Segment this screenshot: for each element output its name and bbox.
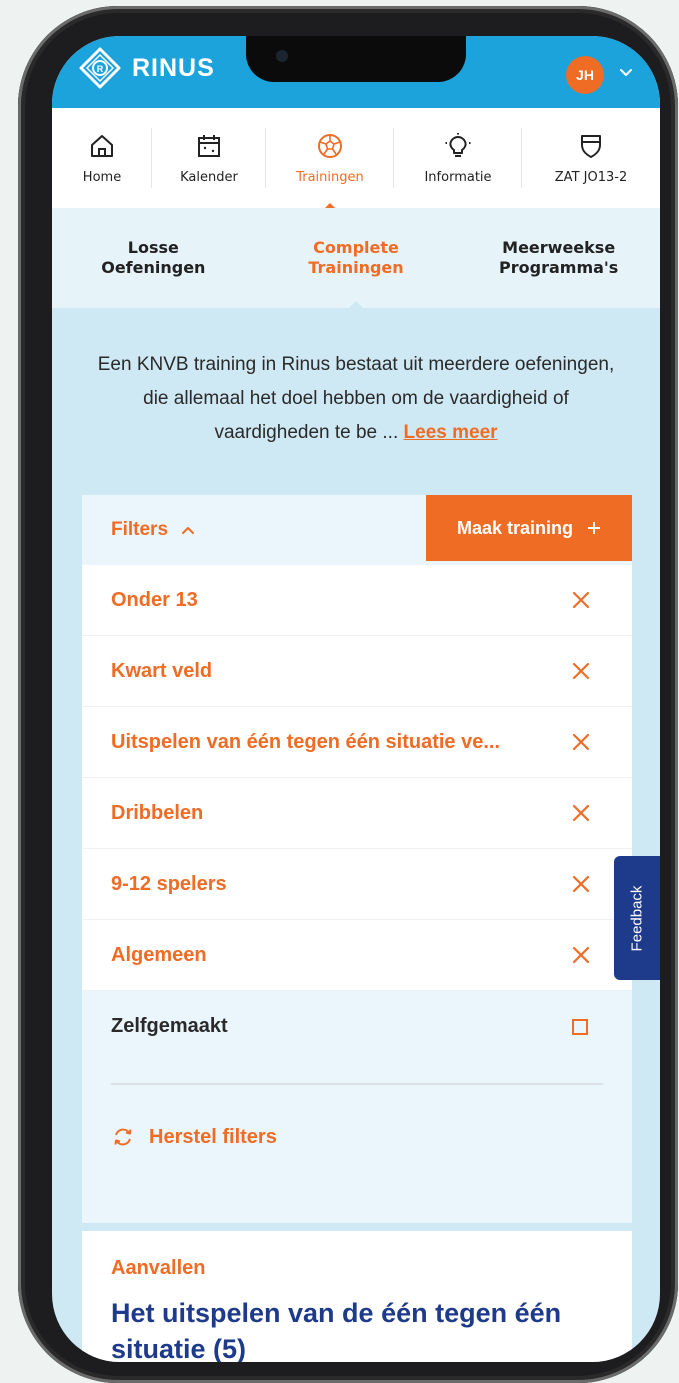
divider: [111, 1083, 603, 1085]
subtab-label-line2: Trainingen: [308, 258, 404, 277]
active-subtab-caret: [348, 301, 364, 309]
lightbulb-icon: [445, 132, 471, 157]
filter-row-zelfgemaakt[interactable]: Zelfgemaakt: [82, 991, 632, 1223]
main-tab-nav: Home Kalender Trainingen Informatie ZAT …: [52, 108, 660, 209]
intro-body: Een KNVB training in Rinus bestaat uit m…: [97, 354, 615, 443]
filter-label: Zelfgemaakt: [111, 1015, 228, 1037]
home-icon: [91, 134, 113, 157]
remove-filter-icon[interactable]: [570, 944, 592, 966]
plus-icon: [588, 522, 601, 534]
filter-label: Uitspelen van één tegen één situatie ve.…: [111, 730, 501, 753]
make-training-button[interactable]: Maak training: [426, 495, 632, 561]
make-training-label: Maak training: [456, 517, 574, 538]
filter-row[interactable]: 9-12 spelers: [82, 849, 632, 920]
shield-icon: [581, 134, 601, 158]
remove-filter-icon[interactable]: [570, 589, 592, 611]
app-name: RINUS: [132, 53, 215, 82]
feedback-label: Feedback: [628, 885, 646, 951]
training-category: Aanvallen: [111, 1257, 206, 1279]
training-title[interactable]: Het uitspelen van de één tegen één situa…: [111, 1295, 591, 1362]
filter-label: Dribbelen: [111, 801, 204, 824]
read-more-link[interactable]: Lees meer: [404, 422, 498, 443]
training-card[interactable]: Aanvallen Het uitspelen van de één tegen…: [82, 1231, 632, 1362]
subtab-label-line1: Meerweekse: [502, 238, 616, 257]
chevron-up-icon: [182, 527, 195, 534]
remove-filter-icon[interactable]: [570, 660, 592, 682]
filter-row[interactable]: Kwart veld: [82, 636, 632, 707]
tab-trainingen[interactable]: Trainingen: [266, 108, 394, 209]
filter-row[interactable]: Uitspelen van één tegen één situatie ve.…: [82, 707, 632, 778]
filter-header: Filters Maak training: [82, 495, 632, 565]
tab-team[interactable]: ZAT JO13-2: [522, 108, 660, 208]
filters-toggle[interactable]: Filters: [111, 519, 196, 541]
chevron-down-icon[interactable]: [618, 64, 634, 80]
sub-tab-nav: Losse Oefeningen Complete Trainingen Meerw…: [52, 208, 660, 309]
tab-kalender-label: Kalender: [180, 169, 238, 185]
zelfgemaakt-checkbox[interactable]: [572, 1019, 588, 1035]
filter-row[interactable]: Onder 13: [82, 565, 632, 636]
remove-filter-icon[interactable]: [570, 802, 592, 824]
tab-home-label: Home: [82, 169, 122, 185]
svg-text:R: R: [97, 64, 104, 74]
subtab-label-line2: Oefeningen: [101, 258, 206, 277]
feedback-tab[interactable]: Feedback: [614, 856, 660, 980]
refresh-icon: [114, 1128, 132, 1146]
remove-filter-icon[interactable]: [570, 873, 592, 895]
subtab-label-line1: Losse: [127, 238, 179, 257]
remove-filter-icon[interactable]: [570, 731, 592, 753]
calendar-icon: [198, 134, 220, 157]
intro-text: Een KNVB training in Rinus bestaat uit m…: [92, 348, 620, 450]
tab-kalender[interactable]: Kalender: [152, 108, 266, 208]
app-screen: R RINUS JH Home Kalender Trainingen Info…: [52, 36, 660, 1362]
reset-filters-label: Herstel filters: [149, 1125, 277, 1148]
subtab-meerweekse-programmas[interactable]: Meerweekse Programma's: [457, 208, 660, 308]
avatar[interactable]: JH: [566, 56, 604, 94]
subtab-label-line2: Programma's: [499, 258, 619, 277]
subtab-losse-oefeningen[interactable]: Losse Oefeningen: [52, 208, 255, 308]
tab-trainingen-label: Trainingen: [296, 169, 364, 185]
notch: [246, 36, 466, 82]
filter-label: 9-12 spelers: [111, 872, 227, 895]
rinus-logo-icon: R: [79, 47, 121, 89]
filter-label: Onder 13: [111, 588, 198, 611]
tab-home[interactable]: Home: [52, 108, 152, 208]
intro-ellipsis: ...: [377, 422, 399, 443]
reset-filters-button[interactable]: Herstel filters: [111, 1125, 277, 1149]
filter-row[interactable]: Dribbelen: [82, 778, 632, 849]
subtab-label-line1: Complete: [313, 238, 399, 257]
tab-informatie-label: Informatie: [424, 169, 492, 185]
football-icon: [318, 133, 342, 158]
tab-informatie[interactable]: Informatie: [394, 108, 522, 208]
app-logo[interactable]: R RINUS: [78, 46, 215, 90]
tab-team-label: ZAT JO13-2: [554, 169, 628, 185]
filter-label: Kwart veld: [111, 659, 213, 682]
filter-label: Algemeen: [111, 943, 207, 966]
filter-row[interactable]: Algemeen: [82, 920, 632, 991]
filter-panel: Filters Maak training Onder 13 Kwart vel…: [82, 495, 632, 1223]
filters-toggle-label: Filters: [111, 519, 169, 540]
subtab-complete-trainingen[interactable]: Complete Trainingen: [255, 208, 458, 309]
